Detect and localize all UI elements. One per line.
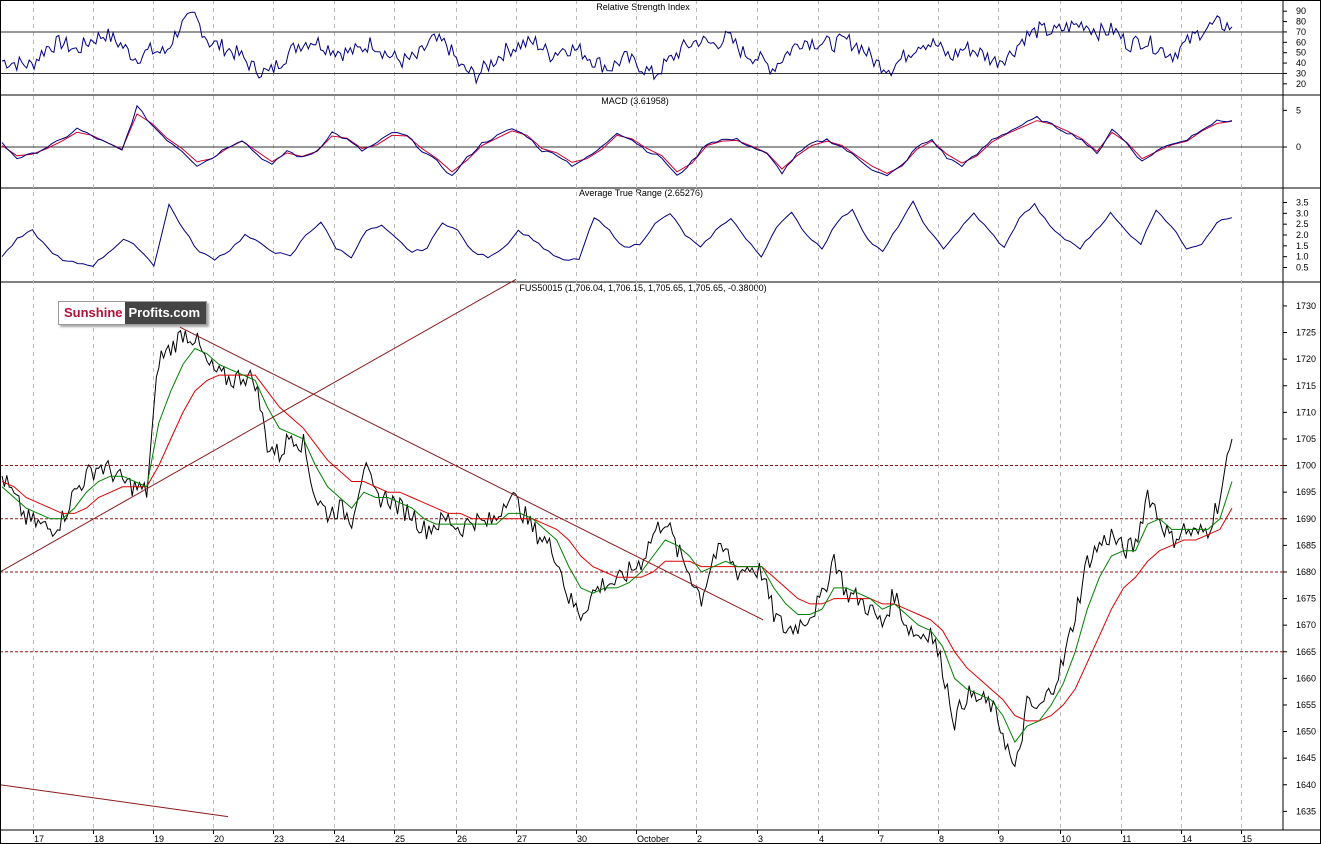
x-tick-label: 3 [758,834,763,844]
y-tick-label: 5 [1296,105,1301,115]
date-axis: 17 18 19 20 23 24 25 26 27 30 October 2 3 4 7 8 9 10 11 14 1… [33,830,1252,844]
rsi-title: Relative Strength Index [596,2,690,12]
y-tick-label: 0 [1296,142,1301,152]
price-y-axis: 1730 1725 1720 1715 1710 1705 1700 1695 1690 1685… [1283,301,1316,816]
y-tick-label: 1645 [1296,753,1316,763]
y-tick-label: 40 [1296,58,1306,68]
chart-frame [0,0,1321,844]
y-tick-label: 20 [1296,79,1306,89]
stock-chart: Relative Strength Index 9080706050403020… [0,0,1321,844]
x-tick-label: 20 [214,834,224,844]
macd-y-axis: 50 [1283,105,1301,152]
y-tick-label: 1635 [1296,806,1316,816]
x-tick-label: 24 [335,834,345,844]
macd-signal-line [1,113,1233,174]
y-tick-label: 30 [1296,68,1306,78]
x-tick-label: 15 [1242,834,1252,844]
x-tick-label: October [637,834,669,844]
y-tick-label: 1.0 [1296,252,1309,262]
x-tick-label: 14 [1182,834,1192,844]
y-tick-label: 60 [1296,37,1306,47]
macd-line [1,104,1233,177]
y-tick-label: 1660 [1296,673,1316,683]
y-tick-label: 80 [1296,17,1306,27]
x-tick-label: 17 [34,834,44,844]
y-tick-label: 1.5 [1296,241,1309,251]
x-tick-label: 18 [94,834,104,844]
y-tick-label: 50 [1296,48,1306,58]
x-tick-label: 30 [577,834,587,844]
atr-panel: Average True Range (2.65276) 3.53.02.52.… [579,188,1308,273]
y-tick-label: 1690 [1296,514,1316,524]
plot-area [0,0,1321,831]
x-tick-label: 23 [274,834,284,844]
y-tick-label: 1705 [1296,434,1316,444]
y-tick-label: 1640 [1296,780,1316,790]
trendline [179,326,764,621]
y-tick-label: 90 [1296,6,1306,16]
y-tick-label: 0.5 [1296,263,1309,273]
x-tick-label: 11 [1122,834,1131,844]
macd-panel: MACD (3.61958) 50 [601,96,1301,152]
atr-title: Average True Range (2.65276) [579,188,703,198]
slow-moving-average [1,374,1233,722]
x-tick-label: 26 [457,834,467,844]
x-tick-label: 7 [879,834,884,844]
x-tick-label: 8 [939,834,944,844]
y-tick-label: 1665 [1296,647,1316,657]
y-tick-label: 70 [1296,27,1306,37]
y-tick-label: 1715 [1296,381,1316,391]
atr-y-axis: 3.53.02.52.01.51.00.5 [1283,198,1309,273]
y-tick-label: 1650 [1296,727,1316,737]
sunshine-profits-logo: Sunshine Profits.com [58,301,208,325]
y-tick-label: 1700 [1296,461,1316,471]
price-line [1,329,1233,768]
rsi-y-axis: 9080706050403020 [1283,6,1306,89]
y-tick-label: 1725 [1296,328,1316,338]
y-tick-label: 1695 [1296,487,1316,497]
x-tick-label: 10 [1061,834,1071,844]
trendline [0,784,229,818]
x-tick-label: 2 [697,834,702,844]
rsi-panel: Relative Strength Index 9080706050403020 [596,2,1306,89]
y-tick-label: 1720 [1296,354,1316,364]
fast-moving-average [1,347,1233,744]
y-tick-label: 1685 [1296,540,1316,550]
price-panel: FUS50015 (1,706.04, 1,706.15, 1,705.65, … [519,283,1316,816]
logo-part-1: Sunshine [59,302,125,324]
x-tick-label: 27 [517,834,527,844]
rsi-line [1,11,1233,85]
y-tick-label: 3.0 [1296,208,1309,218]
x-tick-label: 4 [819,834,824,844]
x-tick-label: 9 [999,834,1004,844]
y-tick-label: 2.0 [1296,230,1309,240]
y-tick-label: 1710 [1296,407,1316,417]
x-tick-label: 19 [154,834,164,844]
logo-part-2: Profits.com [124,302,207,324]
x-tick-label: 25 [395,834,405,844]
price-title: FUS50015 (1,706.04, 1,706.15, 1,705.65, … [519,283,766,293]
y-tick-label: 1680 [1296,567,1316,577]
atr-line [1,200,1233,268]
y-tick-label: 1655 [1296,700,1316,710]
y-tick-label: 1675 [1296,594,1316,604]
y-tick-label: 1730 [1296,301,1316,311]
y-tick-label: 2.5 [1296,219,1309,229]
macd-title: MACD (3.61958) [601,96,669,106]
y-tick-label: 3.5 [1296,198,1309,208]
y-tick-label: 1670 [1296,620,1316,630]
